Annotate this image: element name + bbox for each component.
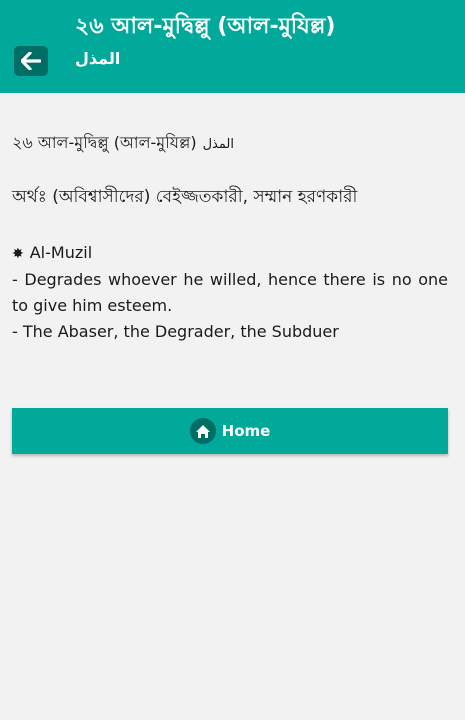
star-icon: ✸ bbox=[12, 246, 24, 262]
arrow-left-icon bbox=[21, 52, 41, 70]
back-button[interactable] bbox=[14, 46, 48, 76]
name-detail: ২৬ আল-মুদ্বিল্লু (আল-মুযিল্ল) المذل অর্থঃ… bbox=[12, 130, 448, 345]
meaning-text: অর্থঃ (অবিশ্বাসীদের) বেইজ্জতকারী, সম্মান… bbox=[12, 187, 358, 207]
home-icon bbox=[189, 418, 216, 444]
home-button[interactable]: Home bbox=[12, 408, 448, 454]
name-heading: ২৬ আল-মুদ্বিল্লু (আল-মুযিল্ল) المذل bbox=[12, 130, 448, 158]
page-subtitle-arabic: المذل bbox=[75, 49, 121, 68]
description: ✸ Al-Muzil - Degrades whoever he willed, … bbox=[12, 240, 448, 345]
name-arabic: المذل bbox=[202, 137, 234, 152]
name-bengali: ২৬ আল-মুদ্বিল্লু (আল-মুযিল্ল) bbox=[12, 133, 197, 152]
app-header: ২৬ আল-মুদ্বিল্লু (আল-মুযিল্ল) المذل bbox=[0, 0, 465, 93]
transliteration-line: ✸ Al-Muzil bbox=[12, 240, 448, 267]
page-title: ২৬ আল-মুদ্বিল্লু (আল-মুযিল্ল) bbox=[75, 14, 336, 39]
description-line-1: - Degrades whoever he willed, hence ther… bbox=[12, 270, 448, 315]
description-line-2: - The Abaser, the Degrader, the Subduer bbox=[12, 322, 339, 341]
home-button-label: Home bbox=[221, 422, 271, 440]
transliteration: Al-Muzil bbox=[29, 243, 93, 262]
